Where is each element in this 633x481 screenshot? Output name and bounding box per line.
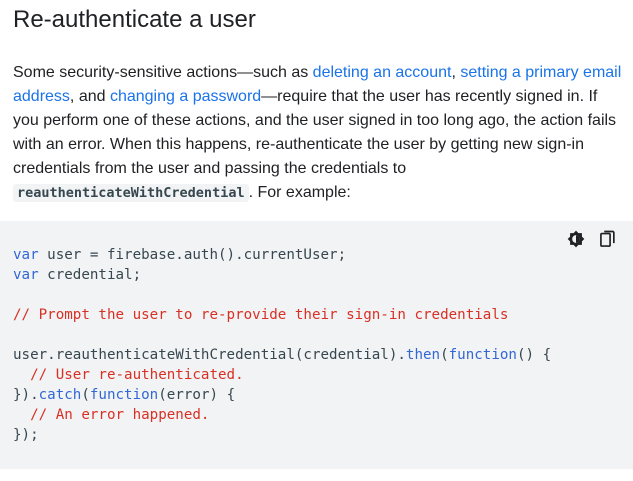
code-comment: // User re-authenticated. [13, 367, 244, 383]
code-toolbar [565, 228, 619, 250]
code-text: user = firebase.auth().currentUser; [38, 247, 347, 263]
code-comment: // An error happened. [13, 407, 210, 423]
code-text: () { [516, 347, 552, 363]
code-listing: var user = firebase.auth().currentUser; … [13, 245, 551, 445]
intro-text: , [451, 64, 461, 81]
code-keyword: catch [38, 387, 82, 403]
intro-text: , and [69, 88, 110, 105]
code-text: credential; [38, 267, 142, 283]
code-text: ( [81, 387, 90, 403]
inline-code-reauthenticate: reauthenticateWithCredential [13, 184, 249, 202]
code-text: }); [13, 427, 39, 443]
dark-mode-toggle-button[interactable] [565, 228, 587, 250]
code-text: (error) { [158, 387, 236, 403]
code-text: ( [440, 347, 449, 363]
intro-paragraph: Some security-sensitive actions—such as … [13, 61, 625, 205]
link-deleting-account[interactable]: deleting an account [313, 64, 452, 81]
code-keyword: var [13, 267, 39, 283]
intro-text: Some security-sensitive actions—such as [13, 64, 313, 81]
code-keyword: function [89, 387, 159, 403]
link-changing-password[interactable]: changing a password [110, 88, 261, 105]
page-title: Re-authenticate a user [13, 6, 256, 33]
code-keyword: function [448, 347, 517, 363]
code-text: user.reauthenticateWithCredential(creden… [13, 347, 406, 363]
code-comment: // Prompt the user to re-provide their s… [13, 307, 509, 323]
intro-text: . For example: [248, 184, 351, 201]
copy-icon [600, 230, 615, 247]
code-keyword: then [405, 347, 441, 363]
code-text: }). [13, 387, 39, 403]
dark-mode-toggle-icon [567, 230, 585, 248]
copy-button[interactable] [597, 228, 619, 250]
code-block: var user = firebase.auth().currentUser; … [0, 221, 633, 469]
code-keyword: var [13, 247, 39, 263]
